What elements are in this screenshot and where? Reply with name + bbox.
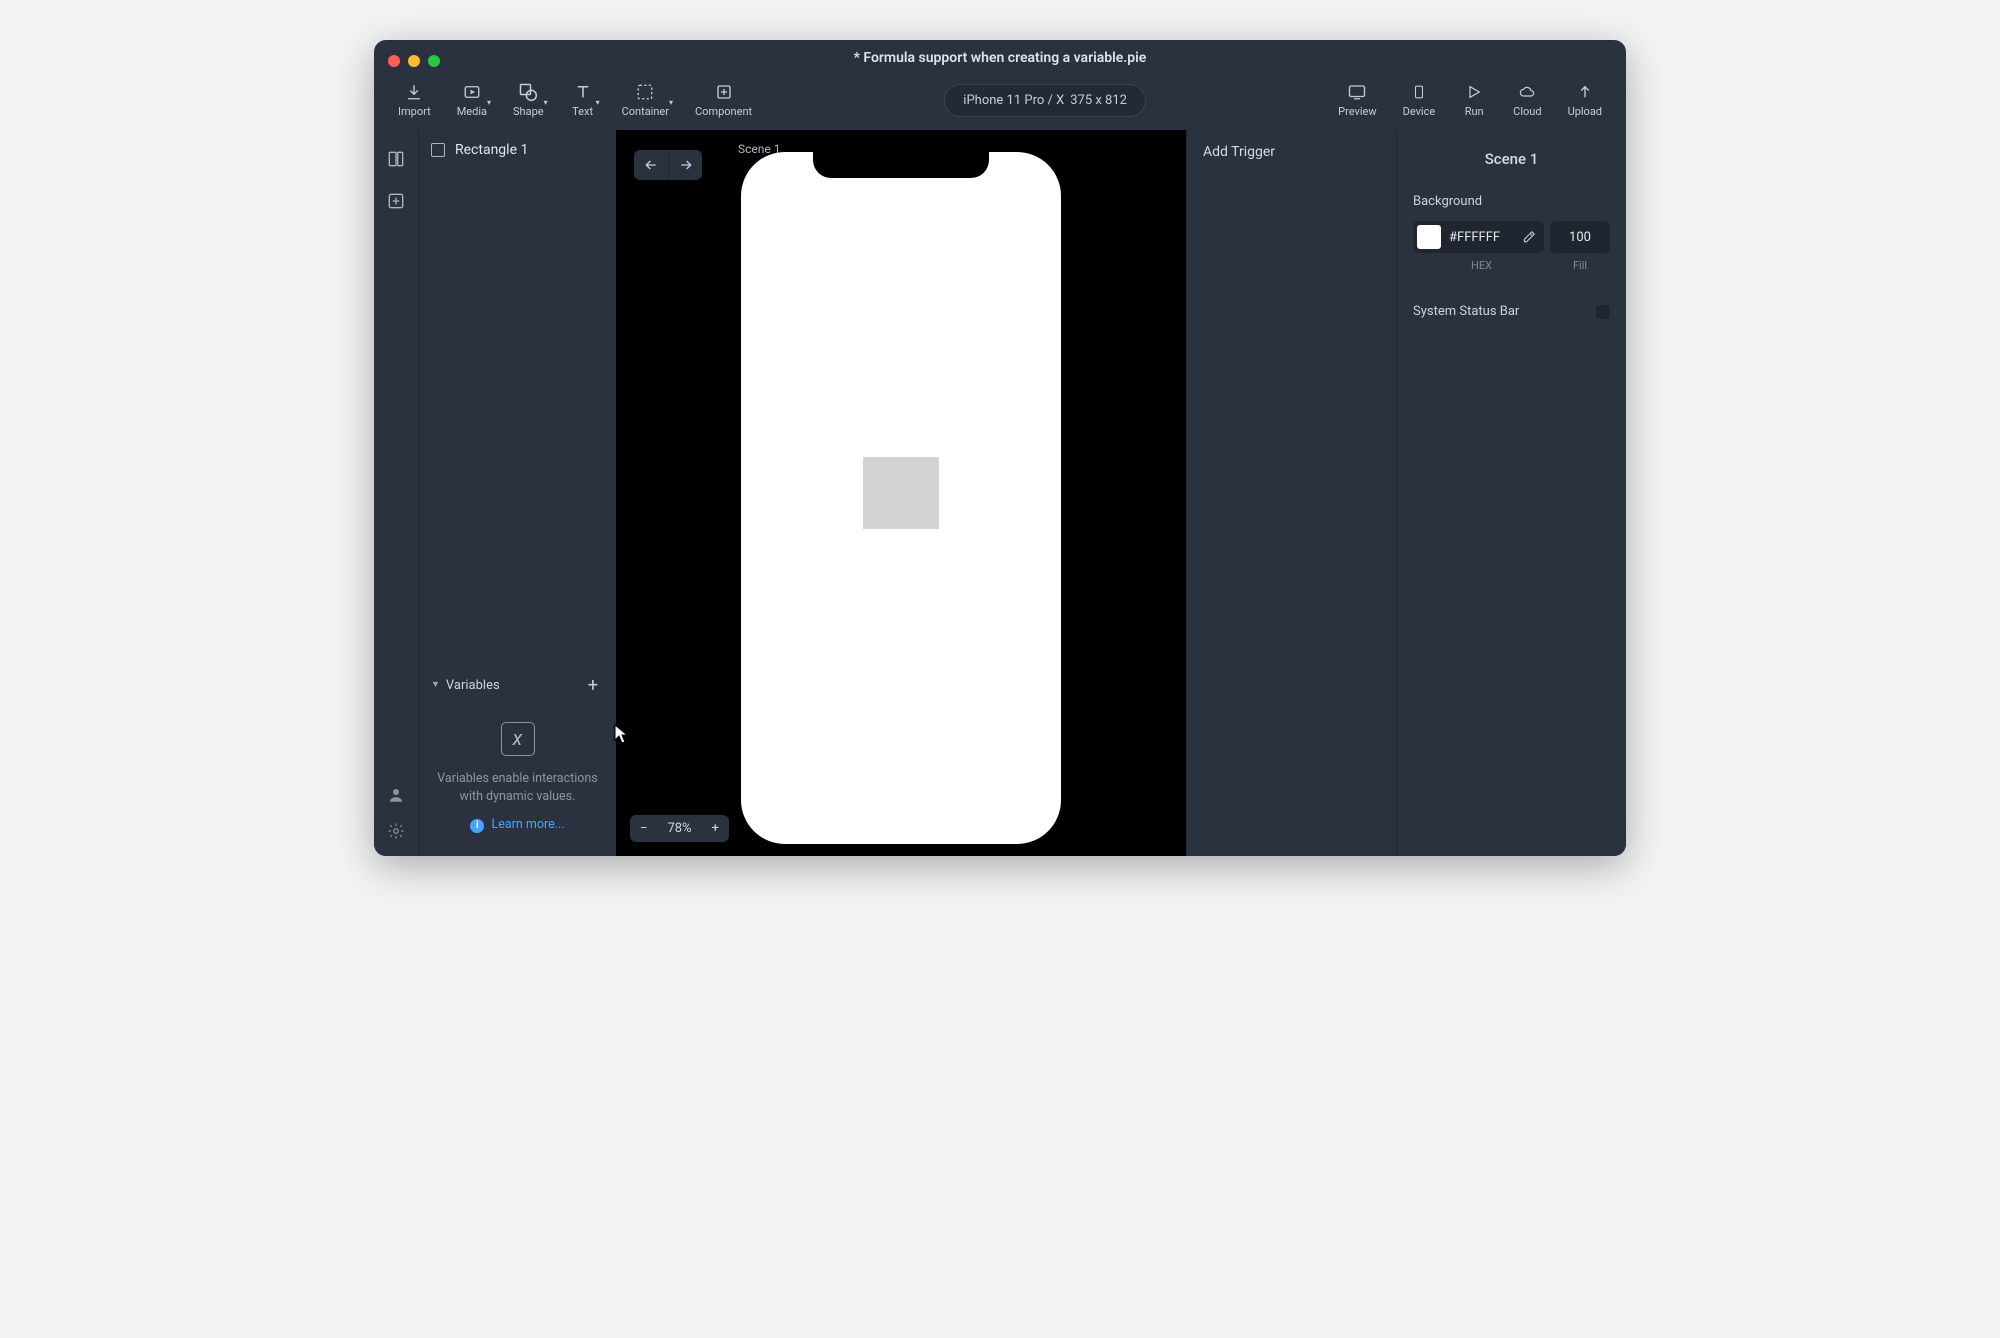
zoom-level[interactable]: 78% <box>657 815 701 842</box>
container-label: Container <box>622 105 669 118</box>
cloud-button[interactable]: Cloud <box>1503 78 1551 122</box>
eyedropper-icon[interactable] <box>1518 230 1540 244</box>
window-controls <box>388 55 440 67</box>
text-label: Text <box>572 105 593 118</box>
rectangle-icon <box>431 143 445 157</box>
color-swatch[interactable] <box>1417 225 1441 249</box>
status-bar-row: System Status Bar <box>1413 304 1610 319</box>
import-label: Import <box>398 105 431 118</box>
text-button[interactable]: ▾ Text <box>560 78 606 122</box>
app-window: * Formula support when creating a variab… <box>374 40 1626 856</box>
dropdown-caret-icon: ▾ <box>487 98 491 107</box>
layers-panel: Rectangle 1 ▼ Variables + x Variables en… <box>418 130 616 856</box>
upload-label: Upload <box>1568 105 1602 118</box>
run-label: Run <box>1465 105 1484 118</box>
zoom-in-button[interactable]: + <box>702 815 729 842</box>
scene-nav <box>634 150 702 180</box>
upload-icon <box>1575 82 1595 102</box>
canvas-rectangle[interactable] <box>863 457 939 529</box>
import-button[interactable]: Import <box>388 78 441 122</box>
device-notch <box>813 152 989 178</box>
interactions-tab-icon[interactable] <box>385 190 407 212</box>
zoom-control: − 78% + <box>630 815 729 842</box>
close-window-icon[interactable] <box>388 55 400 67</box>
fill-opacity-field[interactable]: 100 <box>1550 221 1610 253</box>
import-icon <box>404 82 424 102</box>
preview-button[interactable]: Preview <box>1328 78 1386 122</box>
add-variable-button[interactable]: + <box>582 673 604 698</box>
variables-header[interactable]: ▼ Variables + <box>419 663 616 708</box>
disclosure-triangle-icon: ▼ <box>431 679 440 690</box>
fill-sublabel: Fill <box>1550 259 1610 272</box>
cloud-icon <box>1517 82 1537 102</box>
device-icon <box>1409 82 1429 102</box>
device-button[interactable]: Device <box>1393 78 1446 122</box>
next-scene-button[interactable] <box>668 150 702 180</box>
device-name: iPhone 11 Pro / X <box>963 93 1064 108</box>
status-bar-label: System Status Bar <box>1413 304 1519 319</box>
triggers-panel: Add Trigger <box>1186 130 1396 856</box>
background-label: Background <box>1413 194 1610 209</box>
device-selector[interactable]: iPhone 11 Pro / X 375 x 812 <box>944 84 1146 117</box>
layers-tab-icon[interactable] <box>385 148 407 170</box>
device-size: 375 x 812 <box>1070 93 1127 108</box>
status-bar-checkbox[interactable] <box>1596 305 1610 319</box>
sidebar-strip <box>374 130 418 856</box>
add-trigger-button[interactable]: Add Trigger <box>1187 144 1396 160</box>
variables-help-text: Variables enable interactions with dynam… <box>433 770 602 806</box>
fullscreen-window-icon[interactable] <box>428 55 440 67</box>
component-button[interactable]: Component <box>685 78 762 122</box>
hex-value[interactable]: #FFFFFF <box>1449 230 1518 245</box>
inspector-title: Scene 1 <box>1413 150 1610 168</box>
variables-header-label: Variables <box>446 678 500 693</box>
cloud-label: Cloud <box>1513 105 1541 118</box>
shape-icon <box>518 82 538 102</box>
titlebar: * Formula support when creating a variab… <box>374 40 1626 70</box>
variable-icon: x <box>501 722 535 756</box>
hex-sublabel: HEX <box>1413 259 1550 272</box>
container-icon <box>635 82 655 102</box>
shape-label: Shape <box>513 105 544 118</box>
dropdown-caret-icon: ▾ <box>669 98 673 107</box>
learn-more-link[interactable]: Learn more... <box>491 817 564 832</box>
layer-item-rectangle[interactable]: Rectangle 1 <box>419 130 616 170</box>
dropdown-caret-icon: ▾ <box>596 98 600 107</box>
layer-item-label: Rectangle 1 <box>455 142 528 158</box>
inspector-panel: Scene 1 Background #FFFFFF 100 HEX Fill <box>1396 130 1626 856</box>
zoom-out-button[interactable]: − <box>630 815 657 842</box>
preview-icon <box>1347 82 1367 102</box>
toolbar: Import ▾ Media ▾ Shape ▾ Text <box>374 70 1626 130</box>
window-title: * Formula support when creating a variab… <box>374 50 1626 66</box>
background-color-field[interactable]: #FFFFFF <box>1413 221 1544 253</box>
canvas[interactable]: Scene 1 − 78% + <box>616 130 1186 856</box>
fill-value: 100 <box>1569 230 1591 245</box>
text-icon <box>573 82 593 102</box>
dropdown-caret-icon: ▾ <box>544 98 548 107</box>
upload-button[interactable]: Upload <box>1558 78 1612 122</box>
preview-label: Preview <box>1338 105 1376 118</box>
variables-section: ▼ Variables + x Variables enable interac… <box>419 663 616 856</box>
settings-icon[interactable] <box>385 820 407 842</box>
media-button[interactable]: ▾ Media <box>447 78 497 122</box>
info-icon: i <box>470 819 484 833</box>
minimize-window-icon[interactable] <box>408 55 420 67</box>
account-icon[interactable] <box>385 784 407 806</box>
run-icon <box>1464 82 1484 102</box>
media-icon <box>462 82 482 102</box>
prev-scene-button[interactable] <box>634 150 668 180</box>
run-button[interactable]: Run <box>1451 78 1497 122</box>
device-button-label: Device <box>1403 105 1436 118</box>
variables-help: x Variables enable interactions with dyn… <box>419 708 616 856</box>
main-body: Rectangle 1 ▼ Variables + x Variables en… <box>374 130 1626 856</box>
media-label: Media <box>457 105 487 118</box>
device-frame[interactable] <box>741 152 1061 844</box>
shape-button[interactable]: ▾ Shape <box>503 78 554 122</box>
container-button[interactable]: ▾ Container <box>612 78 679 122</box>
component-label: Component <box>695 105 752 118</box>
component-icon <box>714 82 734 102</box>
